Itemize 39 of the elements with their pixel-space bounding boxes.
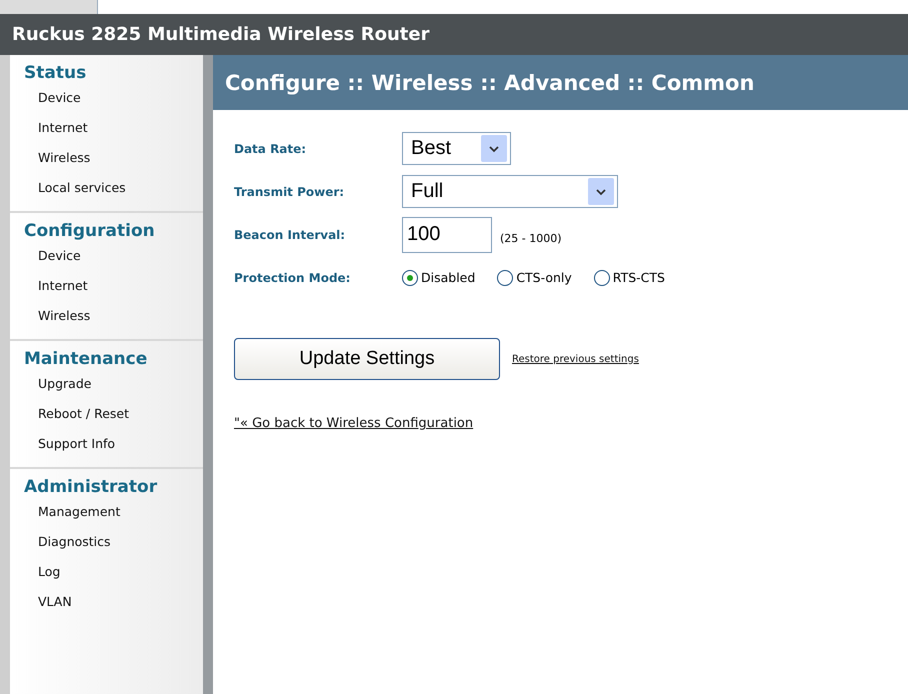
back-link[interactable]: "« Go back to Wireless Configuration: [234, 416, 474, 431]
section-heading: Configuration: [24, 221, 156, 241]
dropdown[interactable]: Best: [402, 132, 511, 165]
nav-link[interactable]: Internet: [24, 115, 203, 145]
chevron-down-icon: [489, 144, 499, 152]
restore-link[interactable]: Restore previous settings: [512, 354, 639, 364]
chevron-down-icon: [596, 188, 606, 196]
nav-link[interactable]: Wireless: [24, 303, 203, 333]
nav-link[interactable]: Log: [24, 559, 203, 589]
nav-link[interactable]: Diagnostics: [24, 529, 203, 559]
nav-link[interactable]: Device: [24, 243, 203, 273]
radio-button[interactable]: [594, 270, 610, 286]
page-title: Configure :: Wireless :: Advanced :: Common: [225, 70, 754, 94]
section-heading: Status: [24, 63, 88, 83]
radio-label[interactable]: CTS-only: [516, 270, 572, 285]
section-heading: Administrator: [24, 477, 158, 497]
section-heading: Maintenance: [24, 349, 148, 369]
field-label: Protection Mode:: [234, 270, 352, 284]
field-label: Transmit Power:: [234, 184, 346, 198]
radio-label[interactable]: RTS-CTS: [612, 270, 665, 285]
nav-link[interactable]: Support Info: [24, 431, 203, 461]
nav-link[interactable]: Upgrade: [24, 371, 203, 401]
nav-link[interactable]: Reboot / Reset: [24, 401, 203, 431]
nav-link[interactable]: Device: [24, 85, 203, 115]
radio-button[interactable]: [402, 270, 418, 286]
field-label: Beacon Interval:: [234, 228, 346, 242]
range-hint: (25 - 1000): [500, 232, 562, 245]
nav-link[interactable]: Local services: [24, 175, 203, 205]
app-title: Ruckus 2825 Multimedia Wireless Router: [12, 24, 430, 45]
nav-link[interactable]: VLAN: [24, 589, 203, 619]
nav-link[interactable]: Management: [24, 499, 203, 529]
update-button[interactable]: Update Settings: [234, 338, 500, 380]
nav-link[interactable]: Wireless: [24, 145, 203, 175]
field-label: Data Rate:: [234, 142, 308, 156]
radio-button[interactable]: [497, 270, 514, 286]
input-field[interactable]: 100: [402, 216, 492, 252]
dropdown[interactable]: Full: [402, 175, 618, 208]
nav-link[interactable]: Internet: [24, 273, 203, 303]
radio-label[interactable]: Disabled: [421, 270, 476, 285]
